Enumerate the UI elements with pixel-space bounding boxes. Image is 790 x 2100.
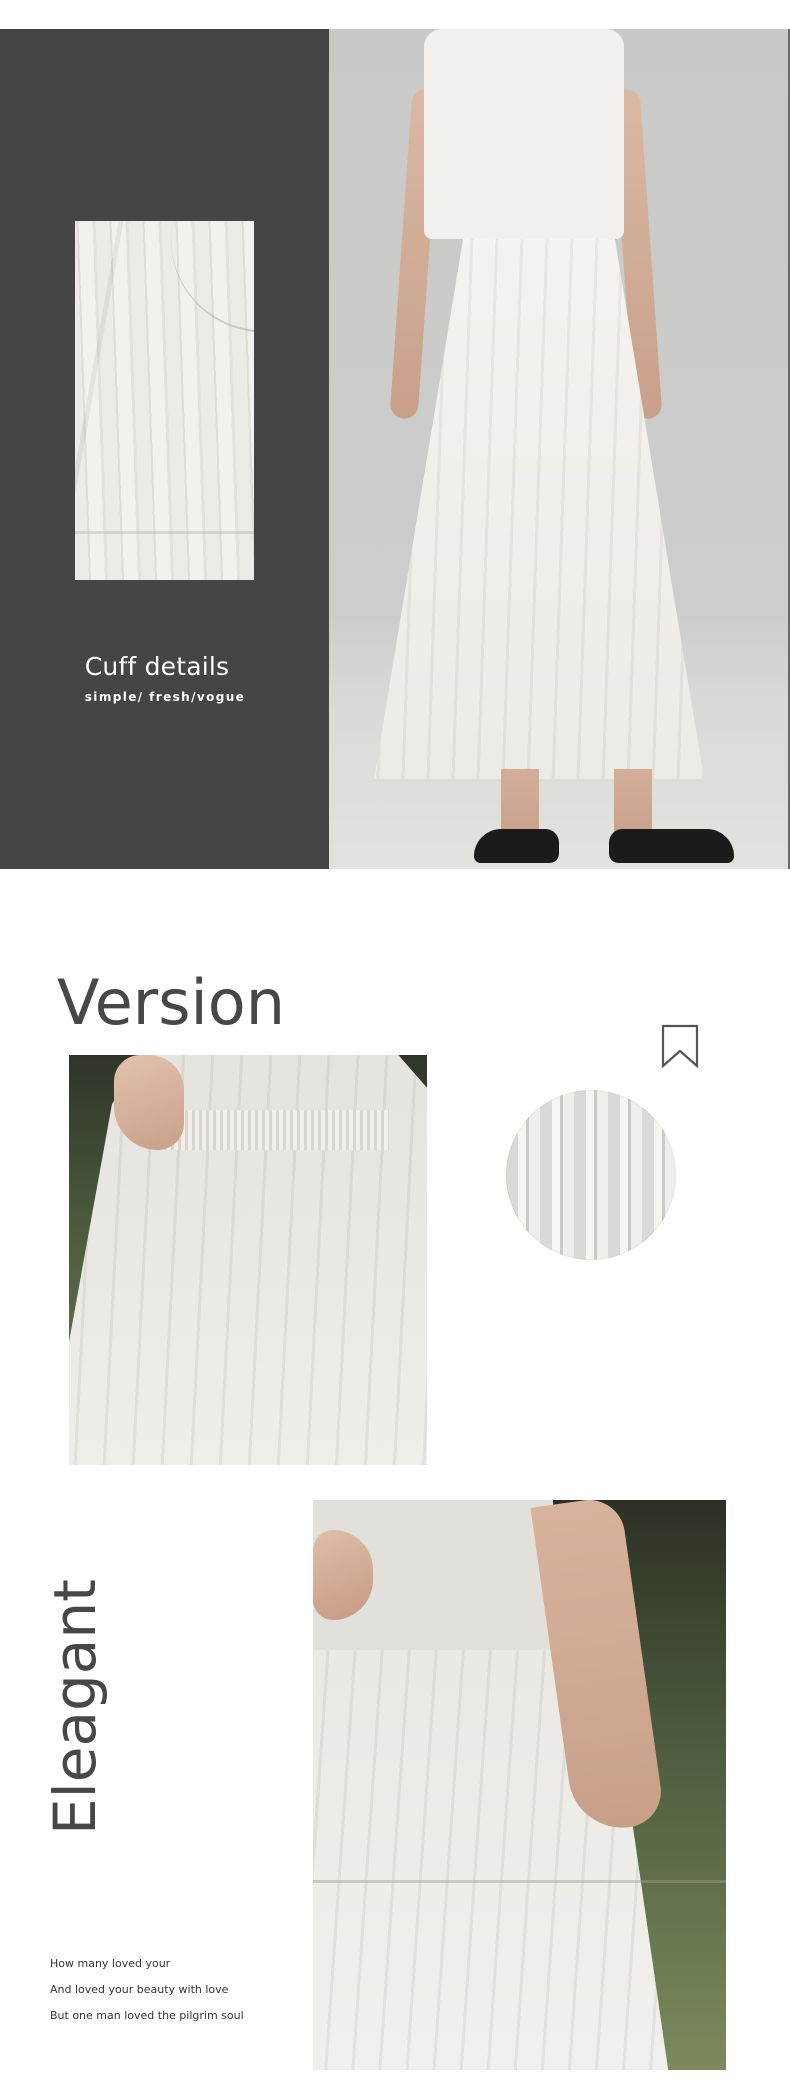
verse-line-3: But one man loved the pilgrim soul [50,2009,244,2022]
skirt-tier-seam [313,1880,726,1883]
waistband-closeup-photo [69,1055,427,1465]
pocket-closeup-photo [313,1500,726,2070]
fabric-detail-photo [75,221,254,580]
fabric-circle-detail [506,1090,676,1260]
verse-line-2: And loved your beauty with love [50,1983,229,1996]
version-title: Version [57,966,285,1039]
white-tee [424,29,624,239]
black-flat-shoe-right [609,829,734,863]
verse-line-1: How many loved your [50,1957,171,1970]
black-flat-shoe-left [474,829,559,863]
cuff-details-title: Cuff details [84,652,230,681]
bookmark-icon [661,1024,699,1068]
model-full-length-photo [329,29,790,869]
eleagant-title: Eleagant [41,1579,126,1835]
cuff-details-subtitle: simple/ fresh/vogue [84,690,246,704]
model-hand [114,1055,184,1150]
elastic-waistband [164,1110,389,1150]
eleagant-title-text: Eleagant [41,1579,109,1835]
